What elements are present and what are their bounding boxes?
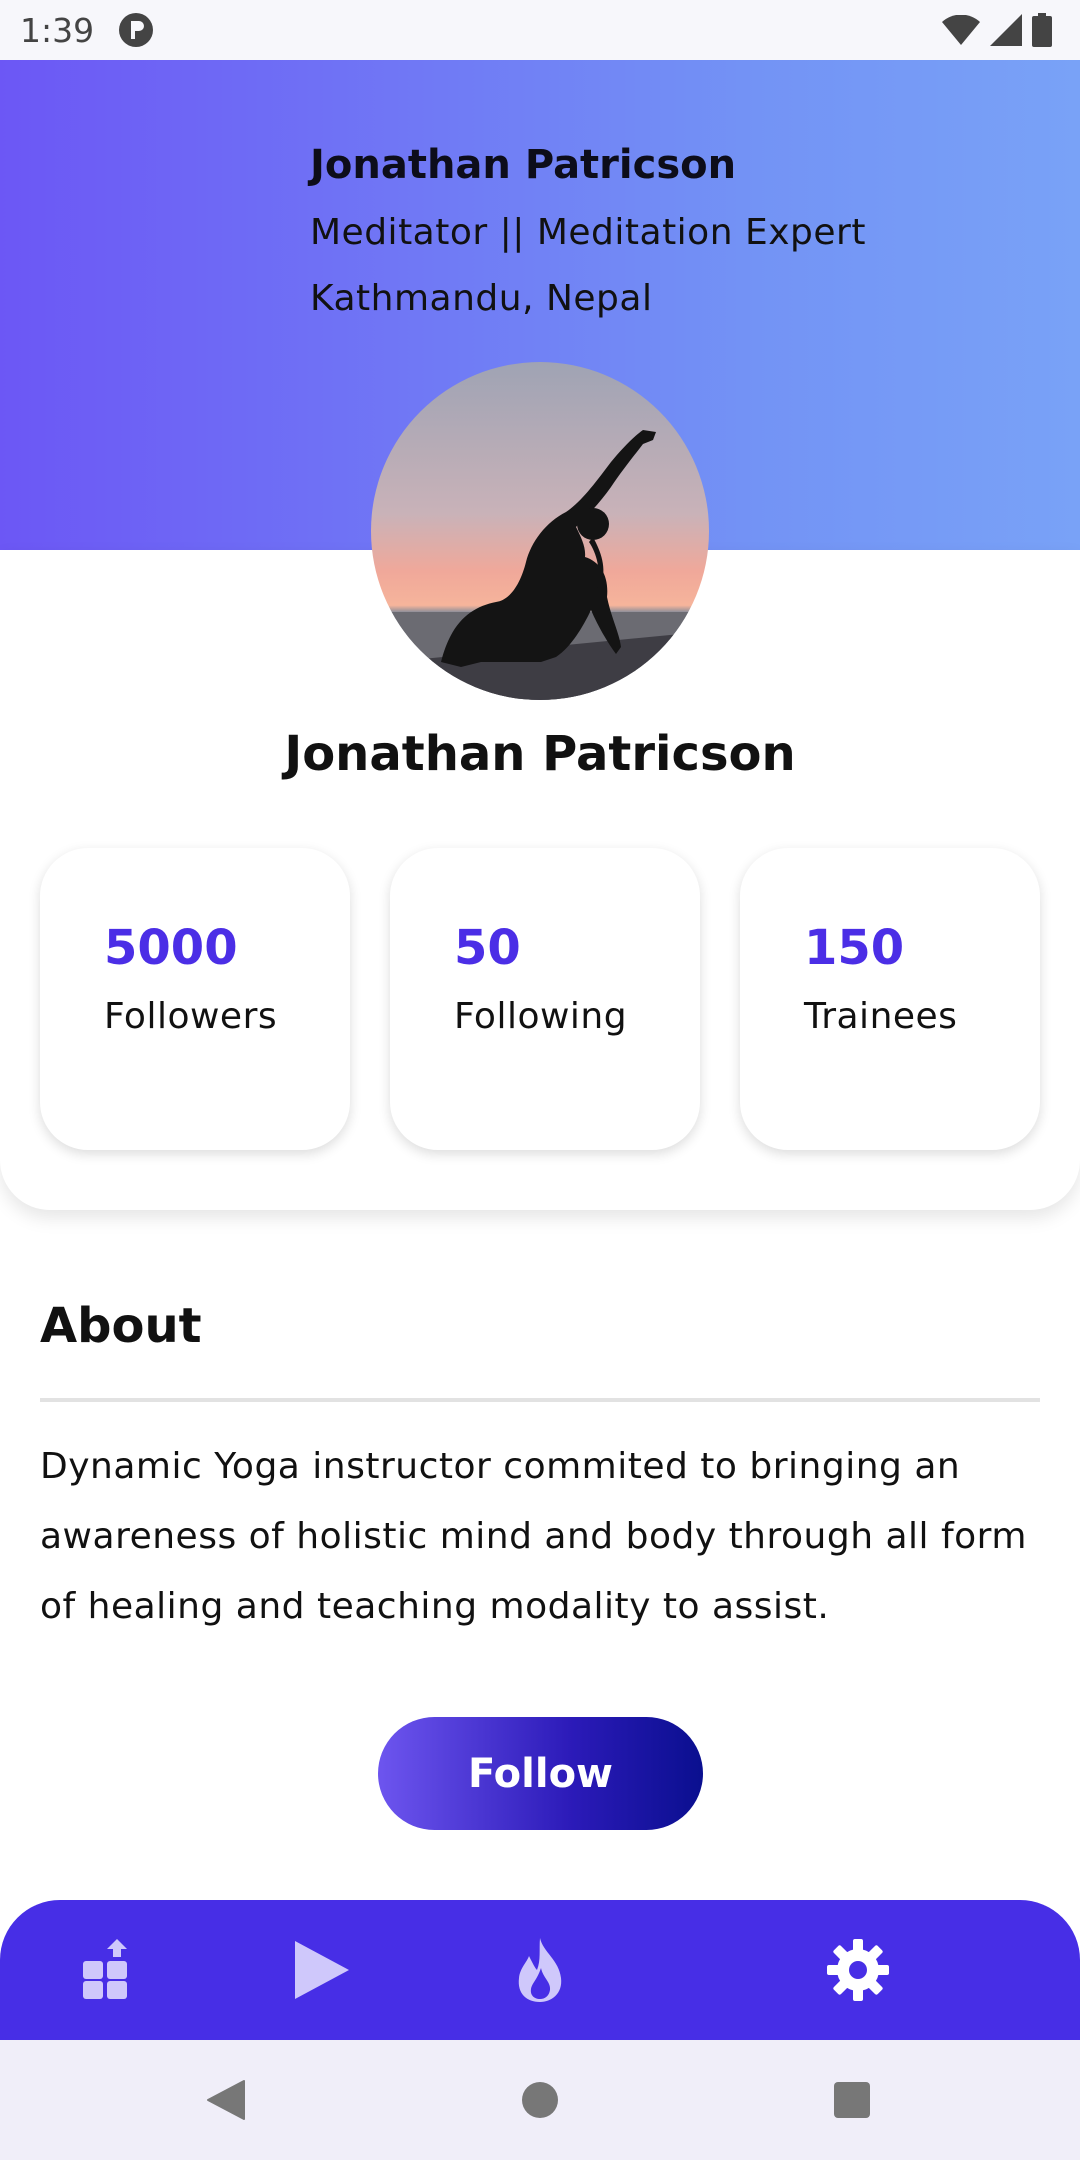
share-grid-icon (83, 1939, 127, 1999)
back-button[interactable] (166, 2040, 286, 2160)
back-icon (207, 2080, 245, 2120)
gear-icon (827, 1939, 889, 2001)
status-bar: 1:39 (0, 0, 1080, 60)
nav-item-trending[interactable] (480, 1900, 600, 2040)
play-icon (295, 1941, 349, 1999)
nav-item-play[interactable] (262, 1900, 382, 2040)
followers-label: Followers (104, 996, 278, 1037)
recents-button[interactable] (792, 2040, 912, 2160)
header-name: Jonathan Patricson (310, 142, 737, 188)
about-divider (40, 1398, 1040, 1402)
followers-count: 5000 (104, 920, 238, 976)
about-text: Dynamic Yoga instructor commited to brin… (40, 1446, 1027, 1627)
header-title: Meditator || Meditation Expert (310, 212, 866, 253)
bottom-nav (0, 1900, 1080, 2040)
recents-icon (834, 2082, 870, 2118)
signal-icon (990, 14, 1022, 46)
fire-icon (518, 1938, 562, 2002)
wifi-icon (942, 15, 980, 45)
about-heading: About (40, 1298, 202, 1354)
follow-button[interactable]: Follow (378, 1717, 703, 1830)
header-location: Kathmandu, Nepal (310, 278, 653, 319)
yoga-photo (371, 362, 709, 700)
profile-name: Jonathan Patricson (284, 726, 796, 782)
following-label: Following (454, 996, 628, 1037)
home-button[interactable] (480, 2040, 600, 2160)
home-icon (522, 2082, 558, 2118)
app-notification-icon (119, 13, 154, 47)
trainees-card[interactable]: 150 Trainees (740, 848, 1040, 1150)
nav-item-share[interactable] (48, 1900, 168, 2040)
battery-icon (1032, 13, 1052, 47)
followers-card[interactable]: 5000 Followers (40, 848, 350, 1150)
trainees-count: 150 (804, 920, 905, 976)
nav-item-settings[interactable] (798, 1900, 918, 2040)
following-count: 50 (454, 920, 521, 976)
trainees-label: Trainees (804, 996, 958, 1037)
avatar (371, 362, 709, 700)
status-time: 1:39 (20, 10, 95, 50)
system-nav-bar (0, 2040, 1080, 2160)
following-card[interactable]: 50 Following (390, 848, 700, 1150)
